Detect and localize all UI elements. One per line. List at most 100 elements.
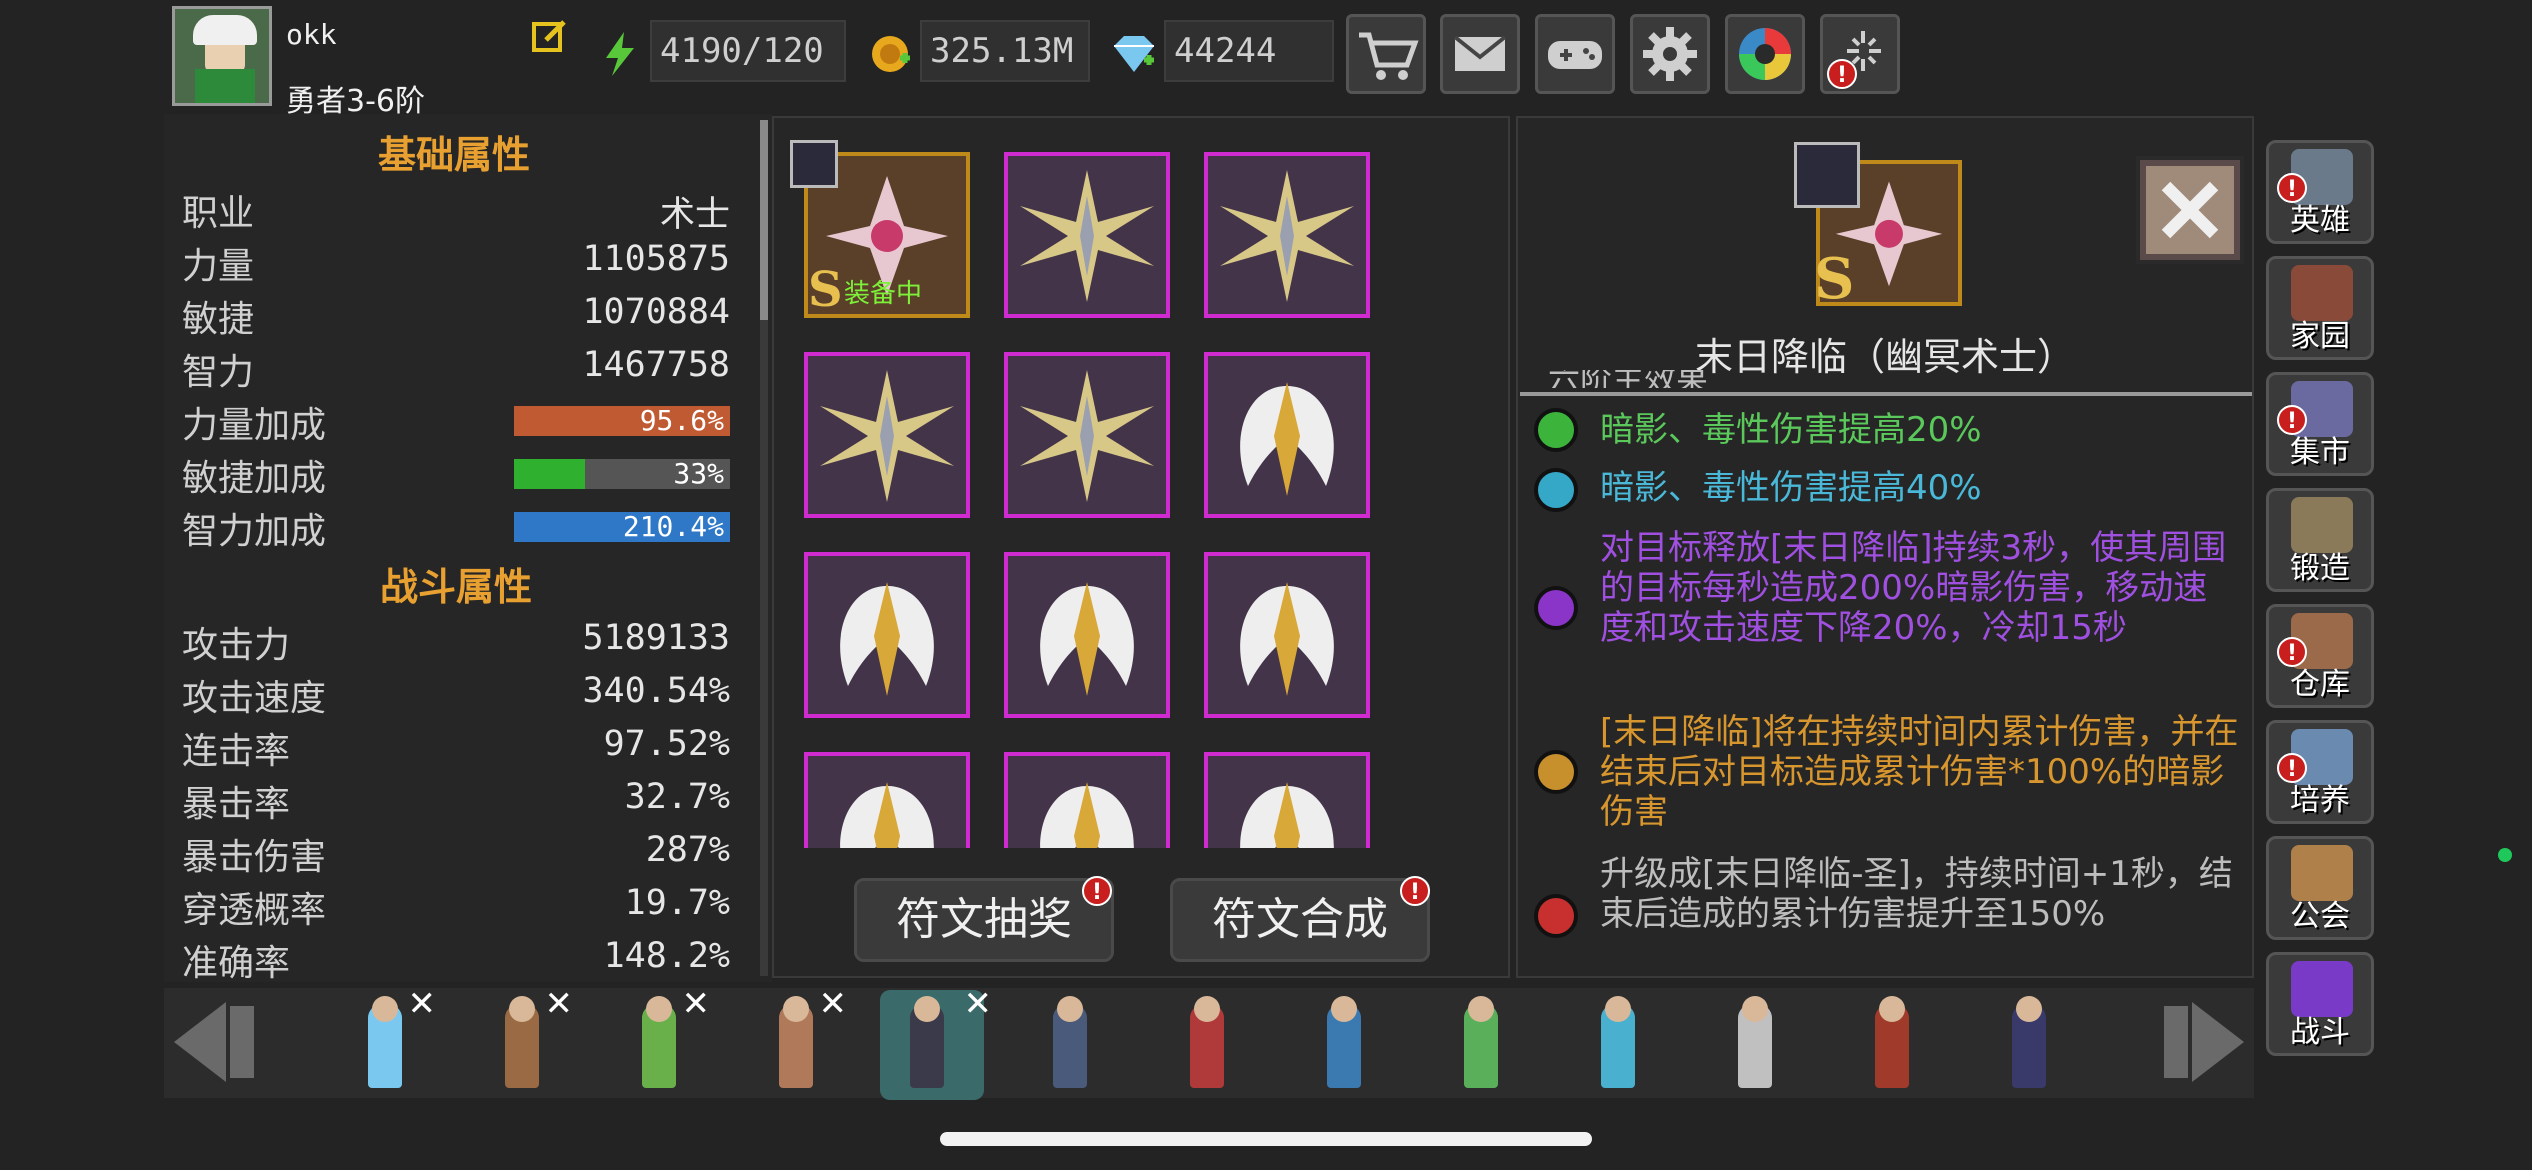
combat-row: 穿透概率 19.7% bbox=[182, 881, 730, 931]
side-nav-guild[interactable]: 公会 bbox=[2266, 836, 2374, 940]
rune-slot[interactable] bbox=[1004, 152, 1170, 318]
side-nav-anvil[interactable]: 锻造 bbox=[2266, 488, 2374, 592]
hero-druid[interactable] bbox=[1434, 990, 1524, 1100]
rune-slot[interactable] bbox=[1204, 352, 1370, 518]
attr-row-strength: 力量 1105875 bbox=[182, 237, 730, 287]
rune-slot[interactable] bbox=[1204, 152, 1370, 318]
effect-text: 暗影、毒性伤害提高40% bbox=[1600, 468, 1982, 508]
hero-elf-archer[interactable]: ✕ bbox=[612, 984, 710, 1100]
hero-sprite-head bbox=[1605, 996, 1631, 1022]
rune-slot[interactable] bbox=[804, 552, 970, 718]
game-button[interactable] bbox=[1535, 14, 1615, 94]
hero-amazon[interactable]: ✕ bbox=[749, 984, 847, 1100]
mail-icon bbox=[1453, 35, 1507, 71]
side-nav-alert-badge: ! bbox=[2277, 405, 2307, 435]
events-button[interactable]: ! bbox=[1820, 14, 1900, 94]
rune-slot[interactable] bbox=[1004, 552, 1170, 718]
hero-prev-button[interactable] bbox=[166, 996, 260, 1088]
settings-button[interactable] bbox=[1630, 14, 1710, 94]
basic-attributes-title: 基础属性 bbox=[378, 133, 531, 177]
close-button[interactable] bbox=[2136, 156, 2244, 264]
combat-row: 暴击伤害 287% bbox=[182, 828, 730, 878]
bonus-row-intelligence: 智力加成 210.4% bbox=[182, 502, 730, 552]
bonus-label: 智力加成 bbox=[182, 511, 327, 552]
hero-scarlet-rogue[interactable] bbox=[1845, 990, 1935, 1100]
hero-sprite-head bbox=[1331, 996, 1357, 1022]
side-nav-trophy[interactable]: 培养! bbox=[2266, 720, 2374, 824]
effect-text: 升级成[末日降临-圣]，持续时间+1秒，结束后造成的累计伤害提升至150% bbox=[1600, 854, 2233, 934]
rune-slot[interactable] bbox=[804, 752, 970, 848]
combat-label: 连击率 bbox=[182, 731, 291, 772]
combat-value: 5189133 bbox=[582, 618, 730, 658]
remove-hero-icon[interactable]: ✕ bbox=[964, 984, 993, 1024]
wing-rune-icon bbox=[1240, 582, 1334, 696]
detail-grade-s-label: S bbox=[1814, 246, 1855, 312]
attr-value: 1467758 bbox=[582, 345, 730, 385]
side-nav-label: 集市 bbox=[2290, 435, 2350, 470]
hero-crimson-priest[interactable] bbox=[1160, 990, 1250, 1100]
bonus-row-agility: 敏捷加成 33% bbox=[182, 449, 730, 499]
remove-hero-icon[interactable]: ✕ bbox=[545, 984, 574, 1024]
hero-warlock[interactable]: ✕ bbox=[880, 984, 992, 1100]
hero-sprite-head bbox=[372, 996, 398, 1022]
remove-hero-icon[interactable]: ✕ bbox=[682, 984, 711, 1024]
player-name: okk bbox=[286, 18, 337, 51]
hero-gunner[interactable] bbox=[1297, 990, 1387, 1100]
side-nav-market[interactable]: 集市! bbox=[2266, 372, 2374, 476]
edit-name-icon[interactable] bbox=[530, 16, 570, 56]
rune-draw-button[interactable]: 符文抽奖 bbox=[854, 878, 1114, 962]
combat-row: 攻击力 5189133 bbox=[182, 616, 730, 666]
hero-mini-icon bbox=[790, 140, 838, 188]
remove-hero-icon[interactable]: ✕ bbox=[819, 984, 848, 1024]
wing-rune-icon bbox=[840, 582, 934, 696]
bonus-label: 力量加成 bbox=[182, 405, 327, 446]
hero-sprite-head bbox=[1742, 996, 1768, 1022]
shop-button[interactable] bbox=[1346, 14, 1426, 94]
detail-hero-mini-icon bbox=[1794, 142, 1860, 208]
rune-merge-alert-badge: ! bbox=[1400, 876, 1430, 906]
rune-slot[interactable] bbox=[1204, 552, 1370, 718]
wing-rune-icon bbox=[1240, 382, 1334, 496]
bonus-value: 95.6% bbox=[639, 404, 724, 437]
mail-button[interactable] bbox=[1440, 14, 1520, 94]
gallery-button[interactable] bbox=[1725, 14, 1805, 94]
hero-barbarian[interactable]: ✕ bbox=[475, 984, 573, 1100]
side-nav-castle[interactable]: 家园 bbox=[2266, 256, 2374, 360]
combat-label: 攻击速度 bbox=[182, 678, 327, 719]
side-nav-helmet[interactable]: 英雄! bbox=[2266, 140, 2374, 244]
side-nav-label: 战斗 bbox=[2290, 1015, 2350, 1050]
side-nav-label: 培养 bbox=[2290, 783, 2350, 818]
bonus-value: 210.4% bbox=[622, 510, 724, 543]
hero-frost-spirit[interactable] bbox=[1571, 990, 1661, 1100]
remove-hero-icon[interactable]: ✕ bbox=[408, 984, 437, 1024]
rune-slot[interactable] bbox=[1204, 752, 1370, 848]
attr-row-agility: 敏捷 1070884 bbox=[182, 290, 730, 340]
events-alert-badge: ! bbox=[1827, 59, 1857, 89]
hero-white-knight[interactable] bbox=[1708, 990, 1798, 1100]
rune-slot[interactable] bbox=[804, 352, 970, 518]
player-avatar[interactable] bbox=[172, 6, 272, 106]
wing-rune-icon bbox=[840, 782, 934, 848]
hero-next-button[interactable] bbox=[2158, 996, 2252, 1088]
hero-ice-mage[interactable]: ✕ bbox=[338, 984, 436, 1100]
side-nav-label: 英雄 bbox=[2290, 203, 2350, 238]
combat-value: 97.52% bbox=[603, 724, 730, 764]
side-nav-portal[interactable]: 战斗 bbox=[2266, 952, 2374, 1056]
hero-swordsman[interactable] bbox=[1023, 990, 1113, 1100]
home-indicator[interactable] bbox=[940, 1132, 1592, 1146]
attributes-scrollbar[interactable] bbox=[760, 120, 768, 976]
rune-merge-button[interactable]: 符文合成 bbox=[1170, 878, 1430, 962]
hero-shadow-assassin[interactable] bbox=[1982, 990, 2072, 1100]
status-dot bbox=[2498, 848, 2512, 862]
combat-label: 准确率 bbox=[182, 943, 291, 984]
effect-text: 对目标释放[末日降临]持续3秒，使其周围的目标每秒造成200%暗影伤害，移动速度… bbox=[1600, 528, 2227, 648]
side-nav-warehouse[interactable]: 仓库! bbox=[2266, 604, 2374, 708]
rune-slot[interactable] bbox=[1004, 752, 1170, 848]
star-rune-icon bbox=[1020, 370, 1154, 502]
side-nav-label: 公会 bbox=[2290, 899, 2350, 934]
grade-s-label: S bbox=[808, 262, 843, 318]
rune-slot[interactable] bbox=[1004, 352, 1170, 518]
attr-value: 1070884 bbox=[582, 292, 730, 332]
wing-rune-icon bbox=[1040, 582, 1134, 696]
hero-sprite-head bbox=[1879, 996, 1905, 1022]
